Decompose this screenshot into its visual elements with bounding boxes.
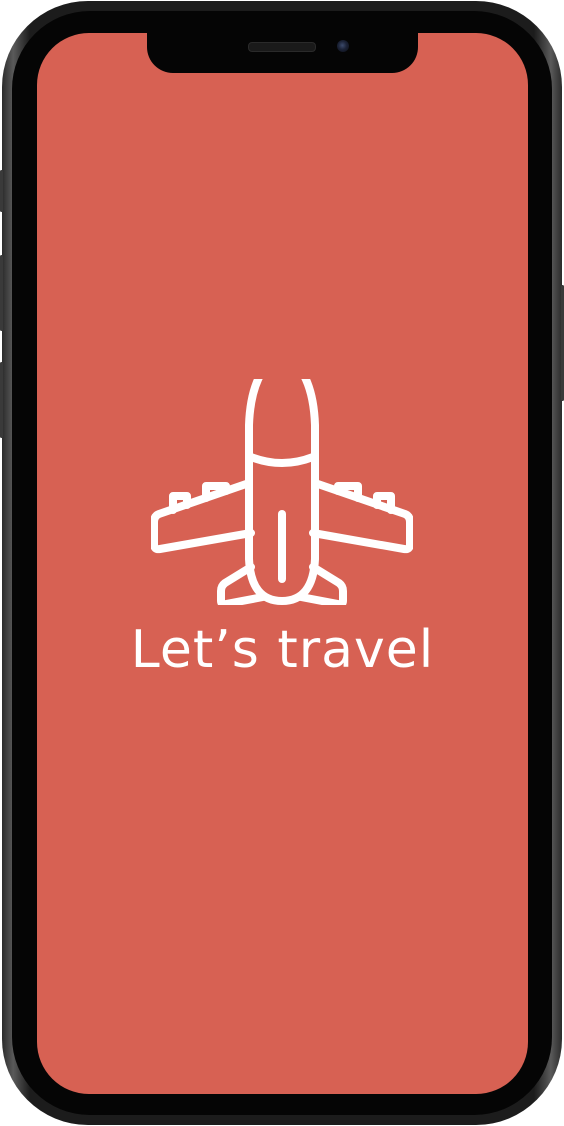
notch [147,33,418,73]
screen: Let’s travel [37,33,528,1094]
volume-down-button [0,362,3,438]
splash-screen: Let’s travel [37,33,528,1094]
airplane-icon [151,379,413,605]
app-title: Let’s travel [130,620,435,680]
earpiece-speaker [248,42,316,52]
front-camera [337,40,349,52]
volume-up-button [0,255,3,331]
mute-switch [0,170,3,212]
